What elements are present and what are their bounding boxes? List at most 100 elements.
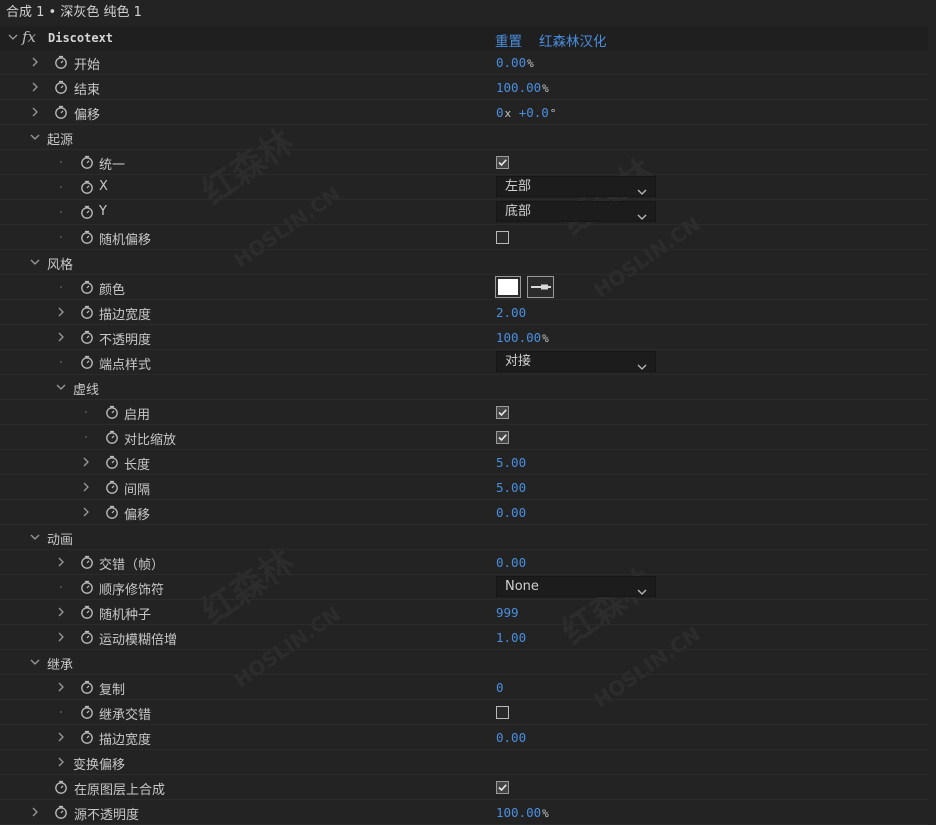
chevron-right-icon[interactable] [81, 506, 91, 517]
stopwatch-icon[interactable] [80, 580, 94, 594]
property-row[interactable]: 颜色 [0, 275, 928, 300]
value-number[interactable]: 0.00 [496, 730, 526, 745]
property-row[interactable]: 继承 [0, 650, 928, 675]
angle-revolutions[interactable]: 0 [496, 105, 504, 120]
value-number[interactable]: 1.00 [496, 630, 526, 645]
property-value[interactable]: 100.00% [496, 80, 549, 95]
dropdown-select[interactable]: 对接 [496, 351, 656, 372]
property-row[interactable]: 结束 100.00% [0, 75, 928, 100]
property-row[interactable]: 风格 [0, 250, 928, 275]
angle-value[interactable]: 0x +0.0° [496, 105, 556, 120]
chevron-right-icon[interactable] [56, 306, 66, 317]
stopwatch-icon[interactable] [80, 305, 94, 319]
stopwatch-icon[interactable] [80, 230, 94, 244]
stopwatch-icon[interactable] [54, 80, 68, 94]
property-row[interactable]: 顺序修饰符 None [0, 575, 928, 600]
chevron-right-icon[interactable] [56, 731, 66, 742]
checkbox[interactable] [496, 706, 509, 719]
chevron-down-icon[interactable] [30, 531, 40, 541]
stopwatch-icon[interactable] [80, 730, 94, 744]
property-row[interactable]: 长度 5.00 [0, 450, 928, 475]
property-value[interactable]: 2.00 [496, 305, 527, 320]
chevron-down-icon[interactable] [56, 381, 66, 391]
value-number[interactable]: 0.00 [496, 505, 526, 520]
property-row[interactable]: 偏移 0.00 [0, 500, 928, 525]
property-row[interactable]: 变换偏移 [0, 750, 928, 775]
chevron-right-icon[interactable] [56, 556, 66, 567]
stopwatch-icon[interactable] [54, 805, 68, 819]
dropdown-select[interactable]: None [496, 576, 656, 597]
property-row[interactable]: 不透明度 100.00% [0, 325, 928, 350]
stopwatch-icon[interactable] [80, 630, 94, 644]
stopwatch-icon[interactable] [80, 180, 94, 194]
dropdown-select[interactable]: 左部 [496, 176, 656, 197]
property-value[interactable]: 1.00 [496, 630, 527, 645]
chevron-right-icon[interactable] [81, 456, 91, 467]
chevron-right-icon[interactable] [56, 681, 66, 692]
stopwatch-icon[interactable] [80, 280, 94, 294]
property-row[interactable]: 交错（帧） 0.00 [0, 550, 928, 575]
value-number[interactable]: 999 [496, 605, 519, 620]
value-number[interactable]: 100.00 [496, 80, 541, 95]
property-row[interactable]: 虚线 [0, 375, 928, 400]
chevron-right-icon[interactable] [56, 331, 66, 342]
fx-icon[interactable]: fx [22, 28, 36, 46]
property-value[interactable]: 5.00 [496, 455, 527, 470]
checkbox[interactable] [496, 781, 509, 794]
value-number[interactable]: 2.00 [496, 305, 526, 320]
value-number[interactable]: 0 [496, 680, 504, 695]
property-value[interactable]: 0.00% [496, 55, 534, 70]
color-swatch[interactable] [495, 276, 521, 298]
checkbox[interactable] [496, 406, 509, 419]
value-number[interactable]: 0.00 [496, 55, 526, 70]
chevron-down-icon[interactable] [8, 31, 18, 46]
property-row[interactable]: 复制 0 [0, 675, 928, 700]
checkbox[interactable] [496, 431, 509, 444]
property-row[interactable]: 起源 [0, 125, 928, 150]
chevron-right-icon[interactable] [30, 56, 40, 67]
stopwatch-icon[interactable] [54, 780, 68, 794]
property-row[interactable]: X 左部 [0, 175, 928, 200]
property-row[interactable]: 偏移 0x +0.0° [0, 100, 928, 125]
stopwatch-icon[interactable] [80, 605, 94, 619]
stopwatch-icon[interactable] [80, 330, 94, 344]
property-row[interactable]: 端点样式 对接 [0, 350, 928, 375]
stopwatch-icon[interactable] [80, 155, 94, 169]
property-value[interactable]: 100.00% [496, 805, 549, 820]
property-row[interactable]: 随机种子 999 [0, 600, 928, 625]
property-row[interactable]: 随机偏移 [0, 225, 928, 250]
property-row[interactable]: 源不透明度 100.00% [0, 800, 928, 825]
effect-header-row[interactable]: fx Discotext 重置 红森林汉化 [0, 26, 928, 50]
property-row[interactable]: 启用 [0, 400, 928, 425]
stopwatch-icon[interactable] [80, 705, 94, 719]
reset-link[interactable]: 重置 [495, 30, 522, 50]
property-row[interactable]: 继承交错 [0, 700, 928, 725]
property-value[interactable]: 999 [496, 605, 520, 620]
property-row[interactable]: 动画 [0, 525, 928, 550]
property-value[interactable]: 0.00 [496, 555, 527, 570]
property-value[interactable]: 0.00 [496, 730, 527, 745]
property-row[interactable]: 运动模糊倍增 1.00 [0, 625, 928, 650]
value-number[interactable]: 100.00 [496, 330, 541, 345]
stopwatch-icon[interactable] [105, 505, 119, 519]
chevron-down-icon[interactable] [30, 131, 40, 141]
property-value[interactable]: 5.00 [496, 480, 527, 495]
chevron-right-icon[interactable] [56, 606, 66, 617]
value-number[interactable]: 5.00 [496, 480, 526, 495]
stopwatch-icon[interactable] [105, 480, 119, 494]
stopwatch-icon[interactable] [54, 105, 68, 119]
stopwatch-icon[interactable] [105, 405, 119, 419]
chevron-right-icon[interactable] [30, 806, 40, 817]
chevron-right-icon[interactable] [81, 481, 91, 492]
property-value[interactable]: 0.00 [496, 505, 527, 520]
stopwatch-icon[interactable] [54, 55, 68, 69]
value-number[interactable]: 5.00 [496, 455, 526, 470]
chevron-down-icon[interactable] [30, 656, 40, 666]
stopwatch-icon[interactable] [80, 555, 94, 569]
stopwatch-icon[interactable] [80, 355, 94, 369]
property-row[interactable]: 统一 [0, 150, 928, 175]
stopwatch-icon[interactable] [80, 680, 94, 694]
chevron-right-icon[interactable] [30, 106, 40, 117]
stopwatch-icon[interactable] [105, 455, 119, 469]
property-row[interactable]: 间隔 5.00 [0, 475, 928, 500]
